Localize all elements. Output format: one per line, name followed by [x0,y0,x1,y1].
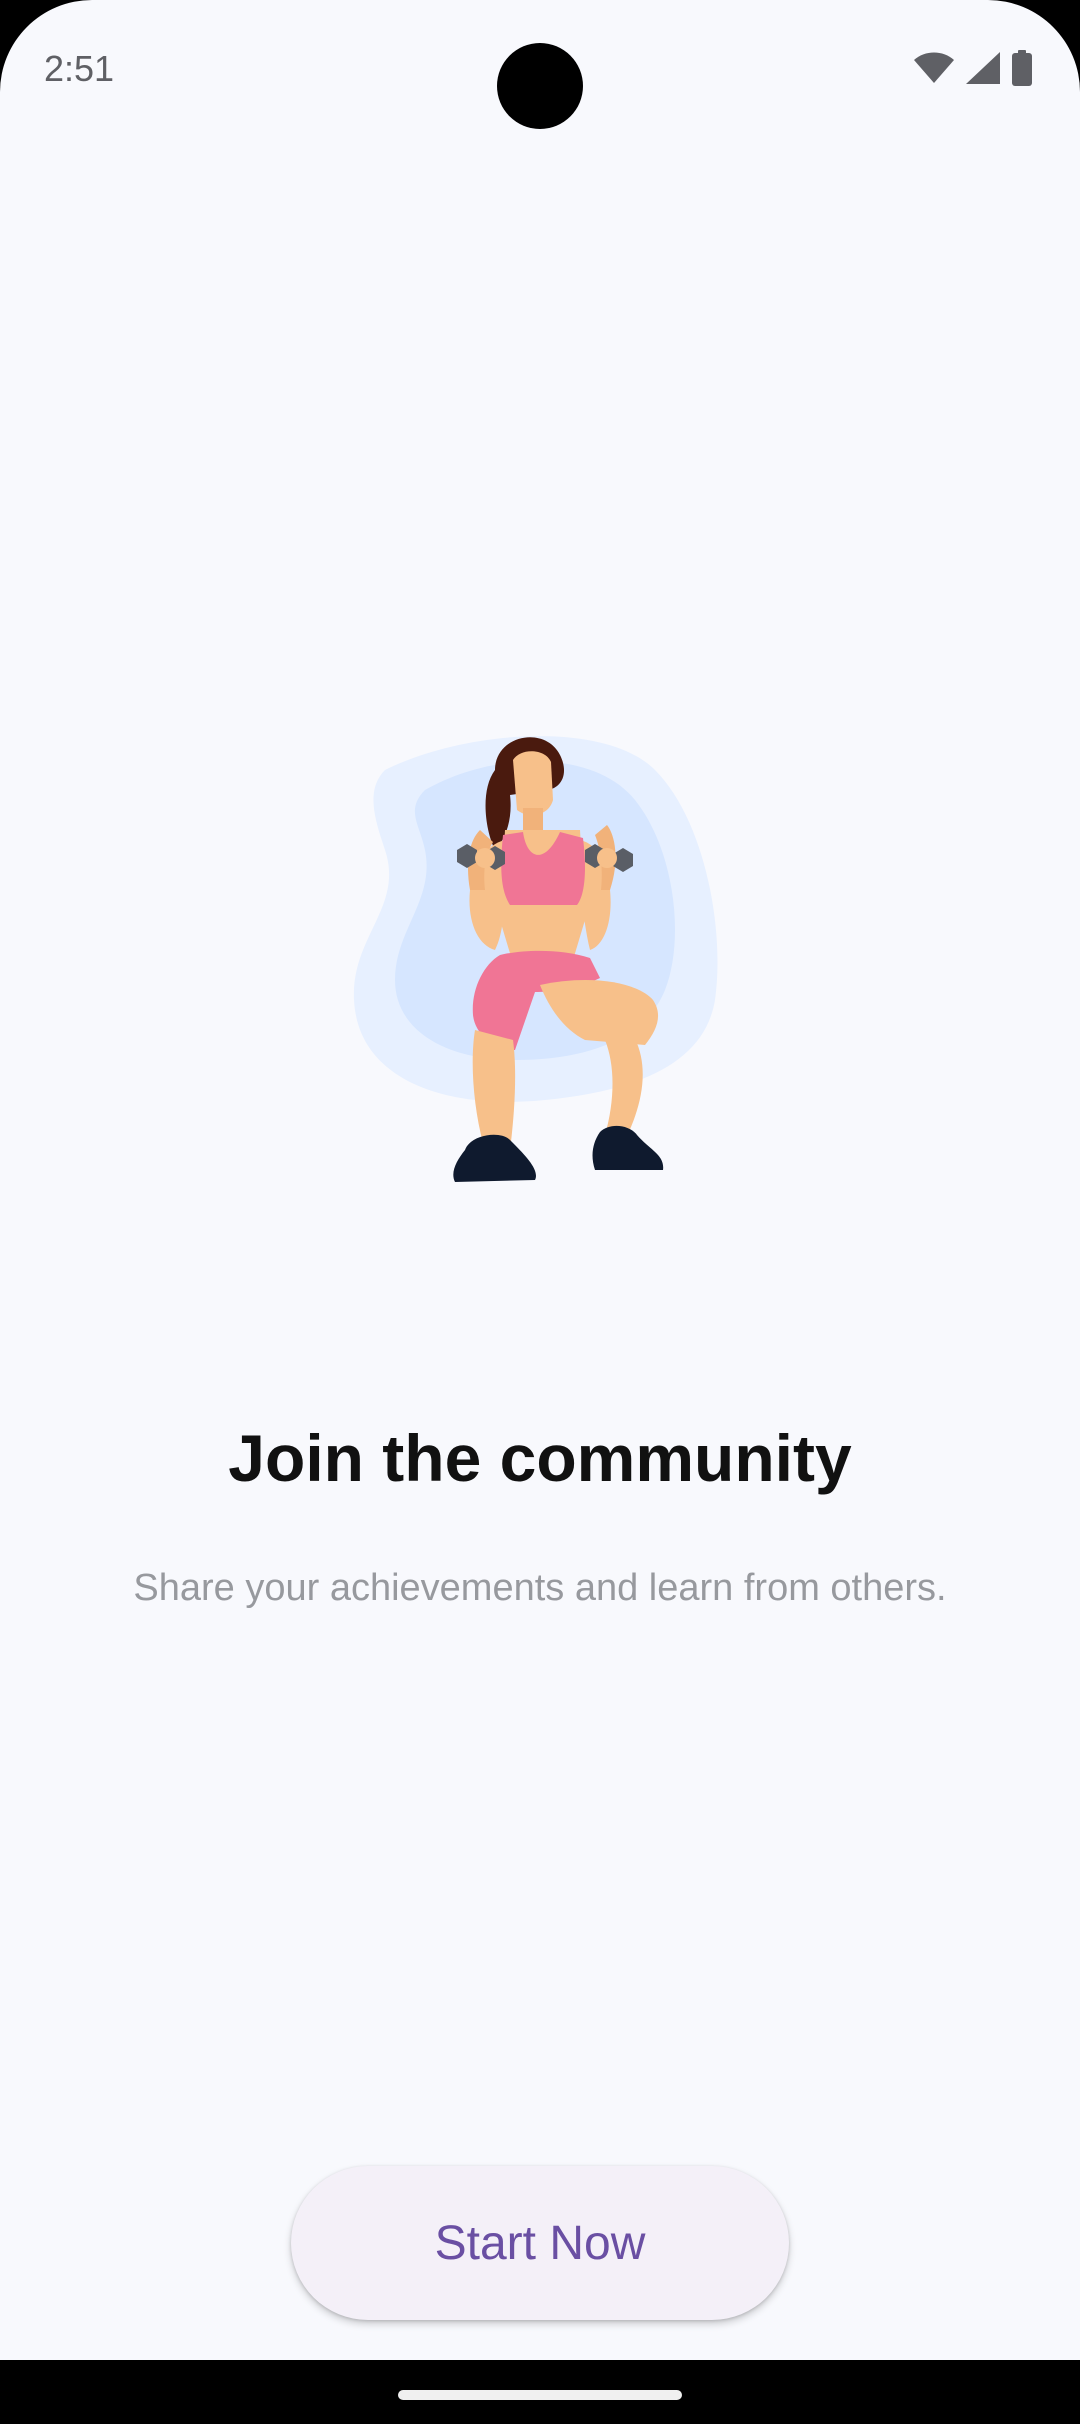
cellular-signal-icon [966,51,1000,89]
onboarding-screen: 2:51 Join the community Share your achie… [0,0,1080,2360]
status-time: 2:51 [44,48,115,89]
camera-cutout [497,43,583,129]
status-icons [914,49,1032,91]
onboarding-title: Join the community [228,1421,852,1495]
home-indicator[interactable] [398,2390,682,2400]
start-now-button[interactable]: Start Now [291,2166,789,2320]
onboarding-subtitle: Share your achievements and learn from o… [133,1567,947,1609]
woman-lifting-dumbbells-illustration [345,730,735,1300]
wifi-icon [914,52,954,89]
status-bar: 2:51 [0,0,1080,140]
battery-icon [1012,49,1032,91]
